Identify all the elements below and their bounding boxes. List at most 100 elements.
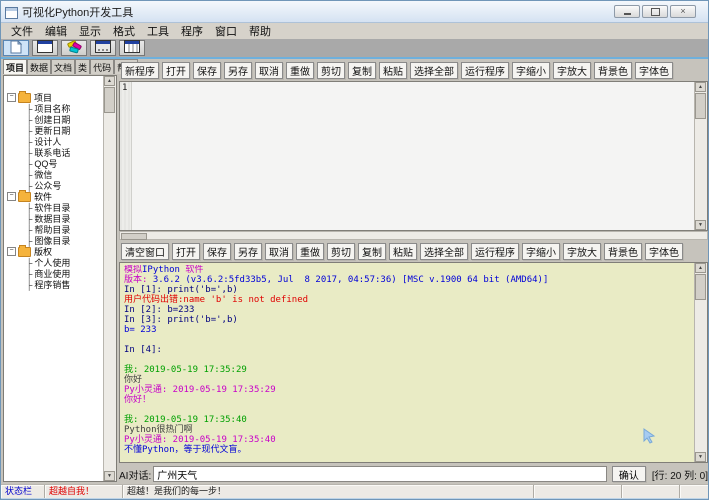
menu-item-5[interactable]: 程序: [175, 23, 209, 39]
confirm-button[interactable]: 确认: [612, 466, 646, 482]
tree-branch-icon: ├: [26, 236, 32, 246]
menu-item-1[interactable]: 编辑: [39, 23, 73, 39]
menu-item-6[interactable]: 窗口: [209, 23, 243, 39]
tab-1[interactable]: 数据: [27, 59, 51, 74]
output-toolbar-button-9[interactable]: 选择全部: [420, 243, 468, 260]
menu-bar: 文件编辑显示格式工具程序窗口帮助: [1, 23, 708, 40]
maximize-button[interactable]: [642, 5, 668, 18]
menu-item-3[interactable]: 格式: [107, 23, 141, 39]
editor-toolbar-button-9[interactable]: 选择全部: [410, 62, 458, 79]
tree-branch-icon: ├: [26, 280, 32, 290]
console-text-segment: Py小灵通: 2019-05-19 17:35:29: [124, 385, 276, 395]
collapse-icon[interactable]: −: [7, 192, 16, 201]
scroll-up-icon[interactable]: ▲: [695, 263, 706, 273]
window-controls: ×: [614, 5, 696, 18]
tab-3[interactable]: 类: [75, 59, 90, 74]
format-colors-button[interactable]: [61, 40, 87, 56]
window-form-button[interactable]: [32, 40, 58, 56]
console-text-segment: 版本:: [124, 275, 153, 285]
scroll-down-icon[interactable]: ▼: [695, 452, 706, 462]
scroll-down-icon[interactable]: ▼: [695, 220, 706, 230]
editor-toolbar-button-7[interactable]: 复制: [348, 62, 376, 79]
editor-toolbar-button-13[interactable]: 背景色: [594, 62, 632, 79]
tab-4[interactable]: 代码: [90, 59, 114, 74]
output-toolbar-button-2[interactable]: 保存: [203, 243, 231, 260]
status-cell-2: 超越！是我们的每一步！: [123, 485, 534, 499]
scroll-up-icon[interactable]: ▲: [104, 76, 115, 86]
menu-item-7[interactable]: 帮助: [243, 23, 277, 39]
menu-item-2[interactable]: 显示: [73, 23, 107, 39]
console-text-segment: 我: 2019-05-19 17:35:29: [124, 365, 247, 375]
console-line: 版本: 3.6.2 (v3.6.2:5fd33b5, Jul 8 2017, 0…: [124, 275, 692, 285]
grid-table-icon: [124, 40, 140, 56]
editor-toolbar-button-8[interactable]: 粘贴: [379, 62, 407, 79]
line-number: 1: [122, 83, 127, 93]
scrollbar-thumb[interactable]: [104, 87, 115, 113]
ai-chat-input[interactable]: [153, 466, 607, 482]
editor-toolbar-button-0[interactable]: 新程序: [121, 62, 159, 79]
tree-branch-icon: ├: [26, 137, 32, 147]
output-toolbar-button-10[interactable]: 运行程序: [471, 243, 519, 260]
editor-toolbar-button-12[interactable]: 字放大: [553, 62, 591, 79]
editor-text-area[interactable]: [133, 82, 694, 230]
scrollbar-thumb[interactable]: [695, 93, 706, 119]
collapse-icon[interactable]: −: [7, 247, 16, 256]
scroll-up-icon[interactable]: ▲: [695, 82, 706, 92]
minimize-button[interactable]: [614, 5, 640, 18]
grid-table-button[interactable]: [119, 40, 145, 56]
output-toolbar-button-11[interactable]: 字缩小: [522, 243, 560, 260]
console-scrollbar[interactable]: ▲ ▼: [694, 263, 707, 462]
scrollbar-thumb[interactable]: [121, 233, 147, 240]
editor-toolbar-button-11[interactable]: 字缩小: [512, 62, 550, 79]
output-toolbar-button-0[interactable]: 清空窗口: [121, 243, 169, 260]
editor-toolbar-button-2[interactable]: 保存: [193, 62, 221, 79]
tab-0[interactable]: 项目: [3, 59, 27, 74]
console-text-segment: 你好！: [124, 395, 151, 405]
code-editor[interactable]: 1 ▲ ▼: [119, 81, 708, 231]
editor-toolbar-button-4[interactable]: 取消: [255, 62, 283, 79]
tree-scrollbar[interactable]: ▲ ▼: [103, 76, 116, 481]
tree-branch-icon: ├: [26, 159, 32, 169]
console-text-segment: In [1]: print('b=',b): [124, 285, 238, 295]
tab-2[interactable]: 文档: [51, 59, 75, 74]
editor-toolbar-button-5[interactable]: 重做: [286, 62, 314, 79]
editor-toolbar-button-1[interactable]: 打开: [162, 62, 190, 79]
dialog-window-button[interactable]: [90, 40, 116, 56]
tree-item[interactable]: ├程序销售: [4, 279, 104, 290]
output-console[interactable]: 模拟IPython 软件版本: 3.6.2 (v3.6.2:5fd33b5, J…: [119, 262, 708, 463]
close-icon: ×: [680, 7, 685, 16]
editor-h-scrollbar[interactable]: [119, 231, 708, 240]
output-toolbar-button-14[interactable]: 字体色: [645, 243, 683, 260]
minimize-icon: [624, 13, 631, 15]
output-toolbar-button-5[interactable]: 重做: [296, 243, 324, 260]
tree-branch-icon: ├: [26, 170, 32, 180]
output-toolbar-button-7[interactable]: 复制: [358, 243, 386, 260]
status-bar: 状态栏超越自我！超越！是我们的每一步！: [1, 484, 709, 499]
output-toolbar-button-6[interactable]: 剪切: [327, 243, 355, 260]
output-toolbar-button-1[interactable]: 打开: [172, 243, 200, 260]
output-toolbar-button-8[interactable]: 粘贴: [389, 243, 417, 260]
output-toolbar-button-12[interactable]: 字放大: [563, 243, 601, 260]
close-button[interactable]: ×: [670, 5, 696, 18]
output-toolbar-button-4[interactable]: 取消: [265, 243, 293, 260]
editor-toolbar-button-3[interactable]: 另存: [224, 62, 252, 79]
editor-toolbar-button-10[interactable]: 运行程序: [461, 62, 509, 79]
editor-toolbar-button-14[interactable]: 字体色: [635, 62, 673, 79]
output-toolbar-button-3[interactable]: 另存: [234, 243, 262, 260]
editor-toolbar-button-6[interactable]: 剪切: [317, 62, 345, 79]
output-toolbar-button-13[interactable]: 背景色: [604, 243, 642, 260]
editor-scrollbar[interactable]: ▲ ▼: [694, 82, 707, 230]
menu-item-4[interactable]: 工具: [141, 23, 175, 39]
tree-branch-icon: ├: [26, 181, 32, 191]
console-line: 你好！: [124, 395, 692, 405]
console-text-segment: Python很热门啊: [124, 425, 193, 435]
menu-item-0[interactable]: 文件: [5, 23, 39, 39]
scroll-down-icon[interactable]: ▼: [104, 471, 115, 481]
tree-item[interactable]: ├QQ号: [4, 158, 104, 169]
console-text-segment: b= 233: [124, 325, 157, 335]
scrollbar-thumb[interactable]: [695, 274, 706, 300]
collapse-icon[interactable]: −: [7, 93, 16, 102]
console-line: In [1]: print('b=',b): [124, 285, 692, 295]
console-line: [124, 355, 692, 365]
new-file-button[interactable]: [3, 40, 29, 56]
